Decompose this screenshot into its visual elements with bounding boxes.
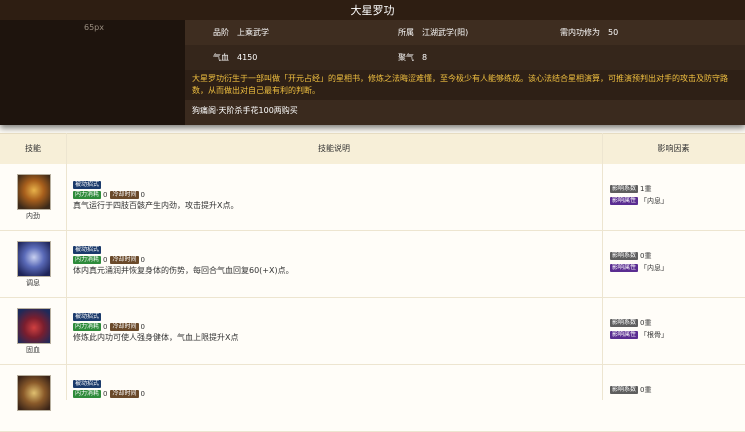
neili-value: 0 [103,190,108,199]
qi-cell: 聚气 8 [398,45,427,70]
requirement-value: 50 [608,28,619,37]
level-tag: 影响系数 [610,319,639,327]
skill-effect-text: 体内真元涌润并恢复身体的伤势，每回合气血回复60(+X)点。 [73,266,294,275]
skill-name: 内劲 [26,212,40,220]
cooldown-value: 0 [140,190,145,199]
cooldown-tag: 冷却时间 [110,190,139,199]
info-row-1: 品阶 上乘武学 所属 江湖武学(阳) 需内功修为 50 [185,20,745,45]
skill-source-text: 狗痛阁·天阶杀手花100两购买 [192,106,298,115]
type-tag: 被动招式 [73,245,102,254]
attribute-tag: 影响属性 [610,197,639,205]
table-row: 被动招式 内力消耗 0 冷却时间 0 影响系数 0重 [0,365,745,432]
info-row-2: 气血 4150 聚气 8 [185,45,745,70]
neili-value: 0 [103,389,108,398]
cooldown-tag: 冷却时间 [110,255,139,264]
qi-label: 聚气 [398,53,414,62]
influence-factors: 影响系数 0重 影响属性 「根骨」 [610,318,668,342]
cooldown-value: 0 [140,322,145,331]
cooldown-value: 0 [140,255,145,264]
hp-label: 气血 [213,53,229,62]
column-divider [66,133,67,400]
neili-tag: 内力消耗 [73,190,102,199]
level-value: 1重 [640,185,652,193]
influence-factors: 影响系数 0重 [610,385,651,397]
swirl-wave-icon [17,375,51,411]
attribute-tag: 影响属性 [610,264,639,272]
skill-effect-text: 真气运行于四肢百骸产生内劲，攻击提升X点。 [73,201,239,210]
school-value: 江湖武学(阳) [422,28,469,37]
requirement-label: 需内功修为 [560,28,600,37]
column-divider [602,133,603,400]
requirement-cell: 需内功修为 50 [560,20,618,45]
grade-cell: 品阶 上乘武学 [213,20,269,45]
level-tag: 影响系数 [610,386,639,394]
grade-label: 品阶 [213,28,229,37]
school-cell: 所属 江湖武学(阳) [398,20,468,45]
qi-value: 8 [422,53,428,62]
header-factors: 影响因素 [657,144,690,153]
skill-name: 固血 [26,346,40,354]
skill-mechanics: 被动招式 内力消耗 0 冷却时间 0 修炼此内功可使人强身健体，气血上限提升X点 [73,312,238,343]
influence-factors: 影响系数 0重 影响属性 「内息」 [610,251,668,275]
cooldown-tag: 冷却时间 [110,322,139,331]
skill-image-placeholder: 65px [0,20,185,125]
skill-title: 大星罗功 [0,0,745,20]
neili-value: 0 [103,322,108,331]
skill-description-text: 大星罗功衍生于一部叫做「开元占经」的星相书，修炼之法晦涩难懂，至今极少有人能够练… [192,74,728,95]
level-value: 0重 [640,386,652,394]
skill-effect-text: 修炼此内功可使人强身健体，气血上限提升X点 [73,333,239,342]
level-value: 0重 [640,319,652,327]
blood-heart-icon [17,308,51,344]
header-skill: 技能 [25,144,41,153]
attribute-value: 「根骨」 [640,331,669,339]
cooldown-tag: 冷却时间 [110,389,139,398]
skill-info-panel: 大星罗功 65px 品阶 上乘武学 所属 江湖武学(阳) 需内功修为 50 气血 415… [0,0,745,125]
hp-cell: 气血 4150 [213,45,257,70]
table-row: 调息 被动招式 内力消耗 0 冷却时间 0 体内真元涌润并恢复身体的伤势，每回合气血回… [0,231,745,298]
skill-mechanics: 被动招式 内力消耗 0 冷却时间 0 真气运行于四肢百骸产生内劲，攻击提升X点。 [73,180,238,211]
neili-value: 0 [103,255,108,264]
type-tag: 被动招式 [73,312,102,321]
hp-value: 4150 [237,53,258,62]
neili-tag: 内力消耗 [73,255,102,264]
skill-source: 狗痛阁·天阶杀手花100两购买 [185,100,745,122]
level-tag: 影响系数 [610,252,639,260]
header-description: 技能说明 [318,144,350,153]
attribute-value: 「内息」 [640,264,669,272]
influence-factors: 影响系数 1重 影响属性 「内息」 [610,184,668,208]
school-label: 所属 [398,28,414,37]
table-row: 内劲 被动招式 内力消耗 0 冷却时间 0 真气运行于四肢百骸产生内劲，攻击提升X点。… [0,164,745,231]
skill-mechanics: 被动招式 内力消耗 0 冷却时间 0 体内真元涌润并恢复身体的伤势，每回合气血回复60… [73,245,294,276]
skill-mechanics: 被动招式 内力消耗 0 冷却时间 0 [73,379,148,399]
neili-tag: 内力消耗 [73,389,102,398]
skill-description: 大星罗功衍生于一部叫做「开元占经」的星相书，修炼之法晦涩难懂，至今极少有人能够练… [185,70,745,100]
grade-value: 上乘武学 [237,28,269,37]
cooldown-value: 0 [140,389,145,398]
attribute-value: 「内息」 [640,197,669,205]
level-value: 0重 [640,252,652,260]
meditating-figure-icon [17,174,51,210]
type-tag: 被动招式 [73,180,102,189]
skill-name: 调息 [26,279,40,287]
neili-tag: 内力消耗 [73,322,102,331]
image-size-label: 65px [84,23,104,32]
table-header: 技能 技能说明 影响因素 [0,133,745,165]
level-tag: 影响系数 [610,185,639,193]
table-row: 固血 被动招式 内力消耗 0 冷却时间 0 修炼此内功可使人强身健体，气血上限提升X点… [0,298,745,365]
attribute-tag: 影响属性 [610,331,639,339]
seated-meditation-icon [17,241,51,277]
type-tag: 被动招式 [73,379,102,388]
